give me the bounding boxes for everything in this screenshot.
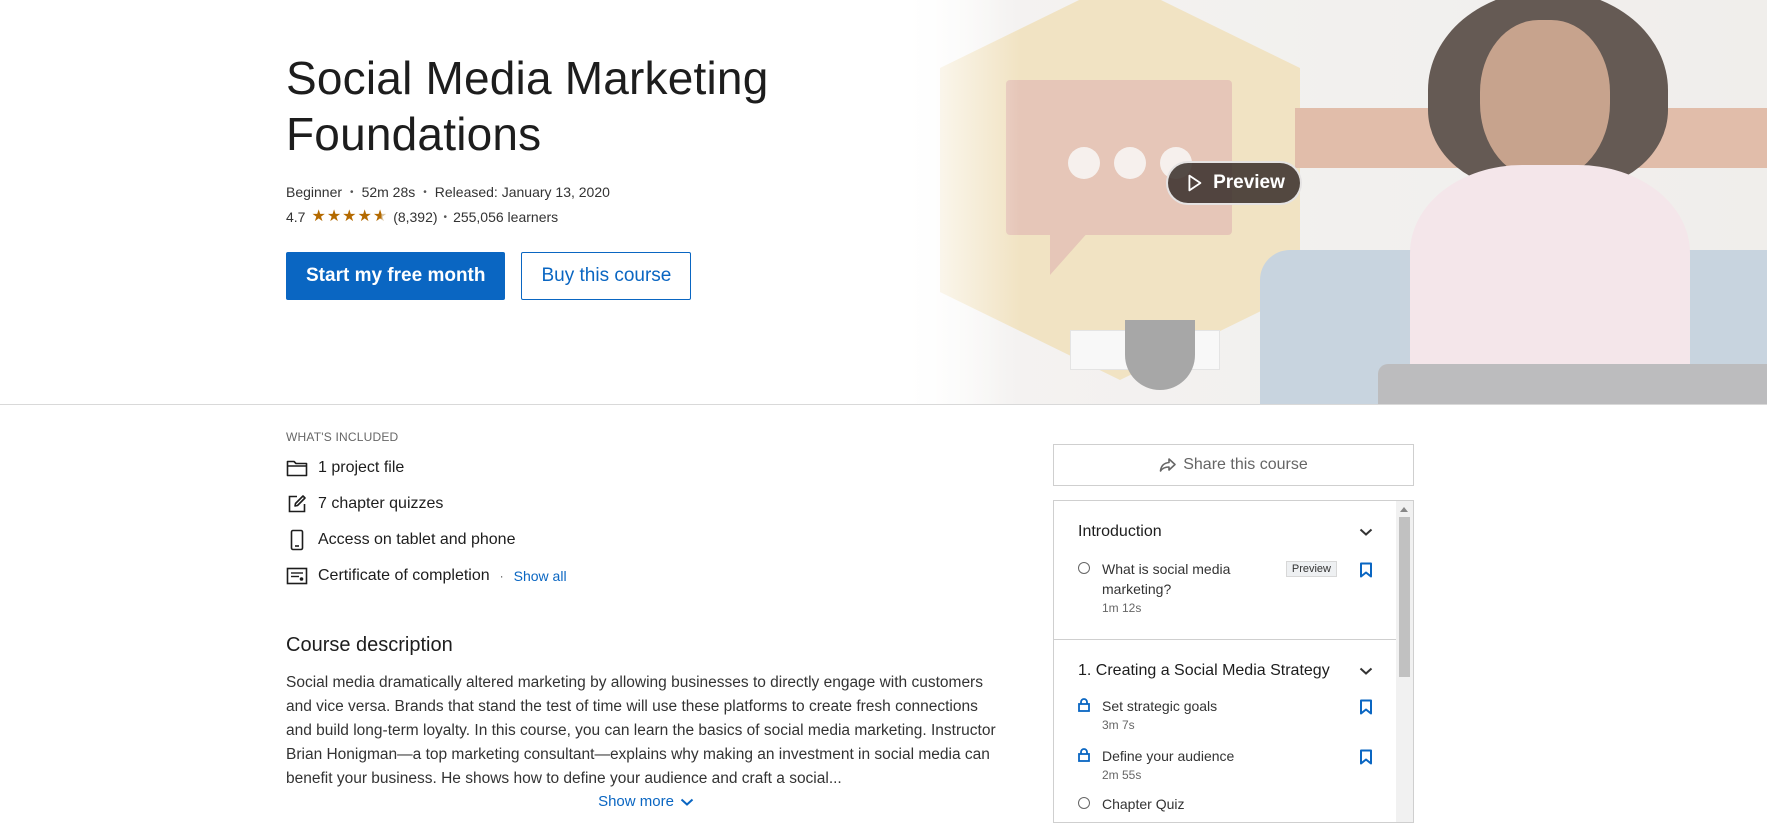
chapter-creating-strategy: 1. Creating a Social Media Strategy Set … xyxy=(1054,640,1397,822)
lesson-duration: 1m 12s xyxy=(1102,601,1142,615)
share-course-button[interactable]: Share this course xyxy=(1053,444,1414,486)
course-rating: 4.7 ★ ★ ★ ★ ★ (8,392) • 255,056 learners xyxy=(286,208,559,226)
star-icon: ★ xyxy=(357,208,372,225)
chapter-header[interactable]: Introduction xyxy=(1078,523,1373,541)
share-label: Share this course xyxy=(1183,456,1308,473)
course-hero: Preview Social Media Marketing Foundatio… xyxy=(0,0,1767,405)
lesson-item[interactable]: Chapter Quiz xyxy=(1078,794,1373,814)
chevron-down-icon xyxy=(1359,667,1373,675)
lesson-duration: 3m 7s xyxy=(1102,718,1135,732)
play-icon xyxy=(1188,174,1202,192)
course-preview-image[interactable] xyxy=(900,0,1767,404)
unwatched-circle-icon xyxy=(1078,797,1090,809)
preview-label: Preview xyxy=(1213,172,1285,193)
star-icon: ★ xyxy=(326,208,342,225)
rating-count: (8,392) xyxy=(393,209,438,225)
chapter-title: Introduction xyxy=(1078,523,1162,540)
learner-count: 255,056 learners xyxy=(453,209,559,225)
lock-icon xyxy=(1078,748,1090,762)
star-icon: ★ xyxy=(342,208,357,225)
course-meta: Beginner • 52m 28s • Released: January 1… xyxy=(286,184,610,200)
scroll-up-arrow-icon[interactable] xyxy=(1400,507,1408,512)
included-item-certificate: Certificate of completion · Show all xyxy=(286,558,1006,594)
lesson-title[interactable]: Define your audience xyxy=(1102,746,1282,766)
included-item-mobile-access: Access on tablet and phone xyxy=(286,522,1006,558)
lesson-title[interactable]: Set strategic goals xyxy=(1102,696,1282,716)
rating-value: 4.7 xyxy=(286,209,306,225)
course-main: WHAT'S INCLUDED 1 project file 7 chapter… xyxy=(286,405,1006,810)
included-item-project-file: 1 project file xyxy=(286,450,1006,486)
lesson-title[interactable]: Chapter Quiz xyxy=(1102,794,1282,814)
lesson-item[interactable]: What is social media marketing? 1m 12s P… xyxy=(1078,559,1373,615)
bookmark-icon[interactable] xyxy=(1359,749,1373,765)
bookmark-icon[interactable] xyxy=(1359,699,1373,715)
rating-stars: ★ ★ ★ ★ ★ xyxy=(311,209,387,225)
star-icon: ★ xyxy=(311,208,326,225)
course-contents-panel[interactable]: Introduction What is social media market… xyxy=(1053,500,1414,823)
preview-badge: Preview xyxy=(1285,561,1337,577)
bookmark-icon[interactable] xyxy=(1359,562,1373,578)
edit-icon xyxy=(286,493,308,515)
course-description-text: Social media dramatically altered market… xyxy=(286,674,996,787)
lesson-item[interactable]: Set strategic goals 3m 7s xyxy=(1078,696,1373,732)
release-date: Released: January 13, 2020 xyxy=(434,184,610,200)
course-title: Social Media Marketing Foundations xyxy=(286,52,769,160)
chapter-header[interactable]: 1. Creating a Social Media Strategy xyxy=(1078,662,1373,680)
folder-icon xyxy=(286,457,308,479)
course-level: Beginner xyxy=(286,184,343,200)
chapter-introduction: Introduction What is social media market… xyxy=(1054,501,1397,640)
lesson-duration: 2m 55s xyxy=(1102,768,1142,782)
course-description-heading: Course description xyxy=(286,634,453,656)
contents-scrollbar[interactable] xyxy=(1396,501,1413,822)
certificate-icon xyxy=(286,565,308,587)
preview-button[interactable]: Preview xyxy=(1166,161,1302,205)
star-half-icon: ★ xyxy=(372,208,388,225)
chapter-title: 1. Creating a Social Media Strategy xyxy=(1078,662,1330,679)
lock-icon xyxy=(1078,698,1090,712)
unwatched-circle-icon xyxy=(1078,562,1090,574)
hero-actions: Start my free month Buy this course xyxy=(286,252,886,300)
mobile-icon xyxy=(286,529,308,551)
show-all-link[interactable]: Show all xyxy=(514,568,567,584)
course-duration: 52m 28s xyxy=(361,184,416,200)
start-free-month-button[interactable]: Start my free month xyxy=(286,252,506,300)
share-icon xyxy=(1159,458,1177,472)
scrollbar-thumb[interactable] xyxy=(1399,517,1410,677)
show-more-button[interactable]: Show more xyxy=(286,793,1006,810)
whats-included-label: WHAT'S INCLUDED xyxy=(286,430,399,444)
included-list: 1 project file 7 chapter quizzes Access … xyxy=(286,450,1006,594)
chevron-down-icon xyxy=(680,798,694,806)
show-more-label: Show more xyxy=(598,793,674,810)
included-item-quizzes: 7 chapter quizzes xyxy=(286,486,1006,522)
buy-course-button[interactable]: Buy this course xyxy=(521,252,692,300)
lesson-item[interactable]: Define your audience 2m 55s xyxy=(1078,746,1373,782)
lesson-title[interactable]: What is social media marketing? xyxy=(1102,559,1282,599)
chevron-down-icon xyxy=(1359,528,1373,536)
hero-content: Social Media Marketing Foundations Begin… xyxy=(286,50,886,300)
